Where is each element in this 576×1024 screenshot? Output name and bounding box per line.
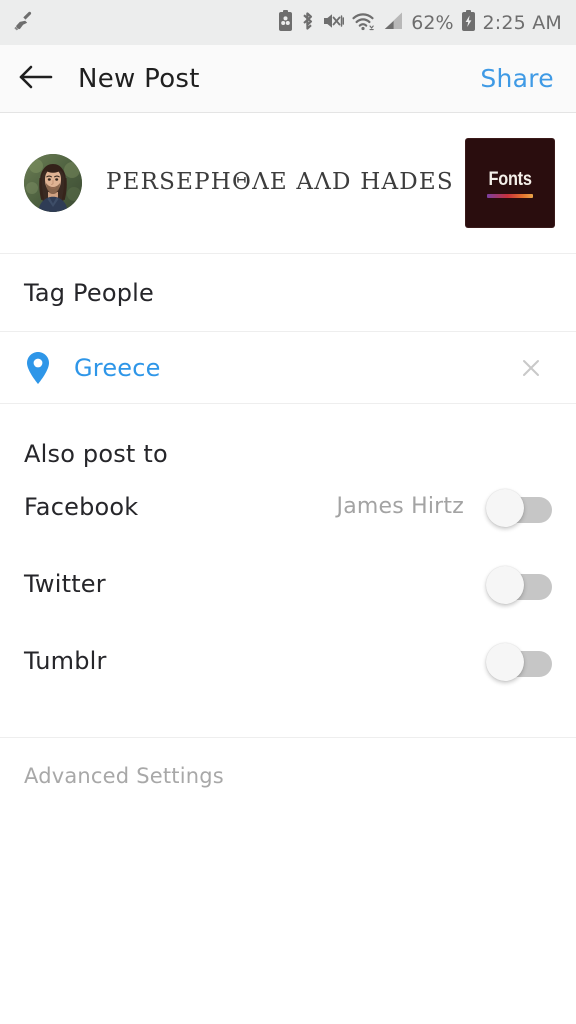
broom-cleaner-icon — [12, 9, 36, 37]
new-post-screen: 62% 2:25 AM New Post Share PERSEPHΘΛE AΛ… — [0, 0, 576, 1024]
tag-people-row[interactable]: Tag People — [0, 254, 576, 332]
twitter-label: Twitter — [24, 569, 106, 598]
facebook-label: Facebook — [24, 492, 139, 521]
arrow-left-icon — [18, 64, 54, 94]
also-post-row-tumblr: Tumblr — [0, 622, 576, 699]
status-bar-left — [12, 9, 36, 37]
clock-label: 2:25 AM — [482, 11, 562, 34]
advanced-settings-link[interactable]: Advanced Settings — [0, 738, 576, 788]
status-bar: 62% 2:25 AM — [0, 0, 576, 45]
caption-row: PERSEPHΘΛE AΛD HADES Fonts — [0, 113, 576, 254]
battery-percent-label: 62% — [411, 11, 454, 34]
close-x-icon[interactable] — [512, 349, 550, 387]
fonts-app-label: Fonts — [488, 168, 532, 190]
back-button[interactable] — [14, 57, 58, 101]
cellular-signal-icon — [382, 10, 404, 36]
fonts-app-button[interactable]: Fonts — [466, 139, 554, 227]
avatar[interactable] — [24, 154, 82, 212]
toggle-knob — [486, 488, 524, 527]
fonts-gradient-underline — [487, 193, 533, 198]
twitter-toggle[interactable] — [486, 565, 552, 604]
also-post-row-twitter: Twitter — [0, 545, 576, 622]
vibrate-mute-icon — [322, 10, 345, 36]
tumblr-label: Tumblr — [24, 646, 107, 675]
tag-people-label: Tag People — [24, 278, 154, 307]
facebook-account-name: James Hirtz — [336, 494, 464, 519]
app-bar: New Post Share — [0, 45, 576, 113]
location-name[interactable]: Greece — [74, 354, 161, 382]
toggle-knob — [486, 642, 524, 681]
battery-saver-icon — [278, 9, 293, 36]
wifi-icon — [351, 10, 375, 36]
also-post-to-title: Also post to — [24, 440, 168, 468]
status-bar-right: 62% 2:25 AM — [278, 9, 562, 36]
toggle-knob — [486, 565, 524, 604]
facebook-toggle[interactable] — [486, 488, 552, 527]
share-button[interactable]: Share — [480, 64, 554, 93]
also-post-row-facebook: Facebook James Hirtz — [0, 468, 576, 545]
bluetooth-icon — [300, 10, 315, 36]
location-row: Greece — [0, 332, 576, 404]
battery-charging-icon — [461, 9, 476, 36]
page-title: New Post — [78, 63, 200, 94]
location-pin-icon — [24, 351, 52, 385]
avatar-photo — [24, 154, 82, 212]
caption-text[interactable]: PERSEPHΘΛE AΛD HADES — [106, 169, 466, 197]
tumblr-toggle[interactable] — [486, 642, 552, 681]
